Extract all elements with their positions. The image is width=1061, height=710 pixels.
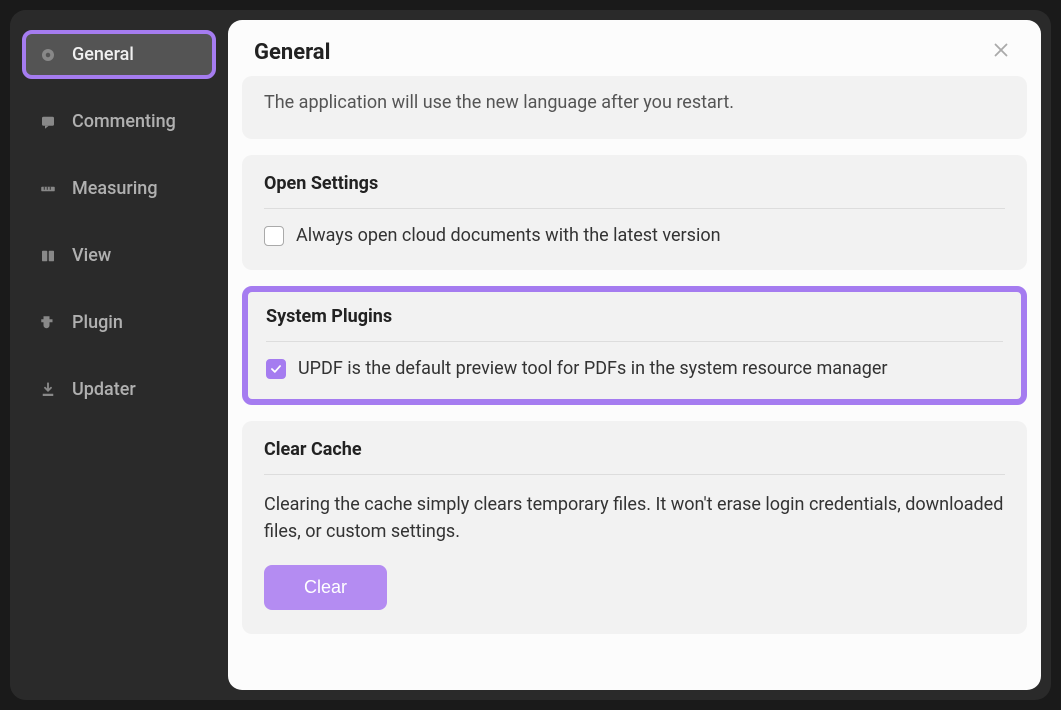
sidebar-item-updater[interactable]: Updater bbox=[22, 365, 216, 414]
clear-cache-button[interactable]: Clear bbox=[264, 565, 387, 610]
sidebar-item-label: View bbox=[72, 245, 111, 266]
system-plugins-section: System Plugins UPDF is the default previ… bbox=[242, 286, 1027, 405]
default-preview-checkbox-label: UPDF is the default preview tool for PDF… bbox=[298, 358, 888, 379]
open-cloud-checkbox[interactable] bbox=[264, 226, 284, 246]
system-plugins-title: System Plugins bbox=[266, 306, 1003, 342]
open-settings-title: Open Settings bbox=[264, 173, 1005, 209]
page-title: General bbox=[254, 40, 330, 65]
sidebar-item-general[interactable]: General bbox=[22, 30, 216, 79]
clear-cache-description: Clearing the cache simply clears tempora… bbox=[264, 491, 1005, 545]
gear-icon bbox=[38, 45, 58, 65]
ruler-icon bbox=[38, 179, 58, 199]
content-header: General bbox=[228, 20, 1041, 76]
language-restart-note: The application will use the new languag… bbox=[264, 90, 1005, 115]
clear-cache-section: Clear Cache Clearing the cache simply cl… bbox=[242, 421, 1027, 634]
default-preview-checkbox-row: UPDF is the default preview tool for PDF… bbox=[266, 358, 1003, 379]
open-cloud-checkbox-label: Always open cloud documents with the lat… bbox=[296, 225, 721, 246]
close-icon bbox=[990, 39, 1012, 65]
settings-content: General The application will use the new… bbox=[228, 20, 1041, 690]
settings-sidebar: General Commenting Measuring View Plugin bbox=[10, 10, 228, 700]
sidebar-item-label: Commenting bbox=[72, 111, 176, 132]
close-button[interactable] bbox=[987, 38, 1015, 66]
sidebar-item-label: General bbox=[72, 44, 134, 65]
clear-cache-title: Clear Cache bbox=[264, 439, 1005, 475]
plugin-icon bbox=[38, 313, 58, 333]
open-settings-section: Open Settings Always open cloud document… bbox=[242, 155, 1027, 270]
comment-icon bbox=[38, 112, 58, 132]
sidebar-item-commenting[interactable]: Commenting bbox=[22, 97, 216, 146]
sidebar-item-view[interactable]: View bbox=[22, 231, 216, 280]
sidebar-item-label: Plugin bbox=[72, 312, 123, 333]
sidebar-item-measuring[interactable]: Measuring bbox=[22, 164, 216, 213]
sidebar-item-label: Updater bbox=[72, 379, 136, 400]
sidebar-item-plugin[interactable]: Plugin bbox=[22, 298, 216, 347]
language-section: The application will use the new languag… bbox=[242, 76, 1027, 139]
sidebar-item-label: Measuring bbox=[72, 178, 158, 199]
view-icon bbox=[38, 246, 58, 266]
settings-modal: General Commenting Measuring View Plugin bbox=[10, 10, 1051, 700]
content-body: The application will use the new languag… bbox=[228, 76, 1041, 690]
open-cloud-checkbox-row: Always open cloud documents with the lat… bbox=[264, 225, 1005, 246]
download-icon bbox=[38, 380, 58, 400]
default-preview-checkbox[interactable] bbox=[266, 359, 286, 379]
